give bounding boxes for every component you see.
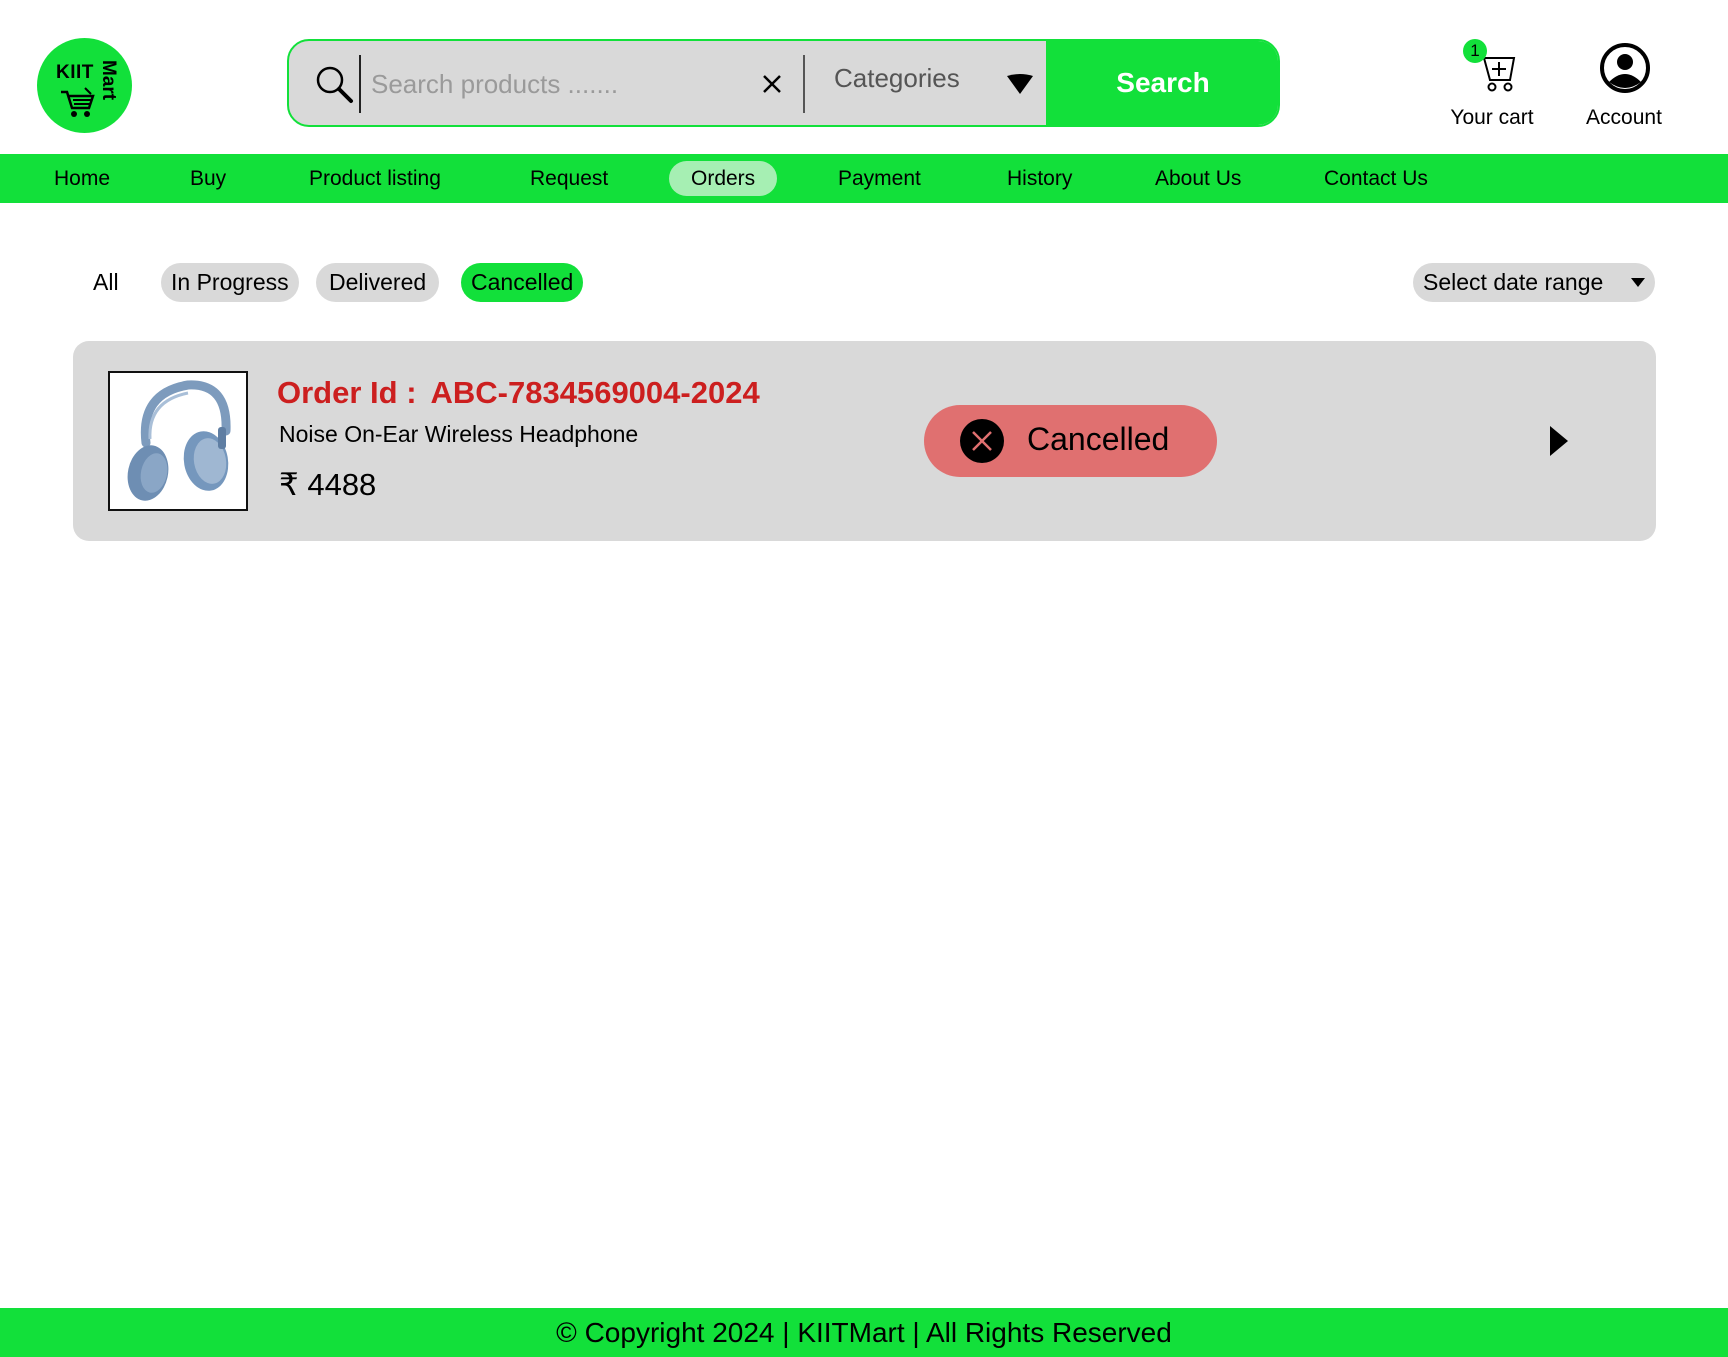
filter-delivered[interactable]: Delivered [316, 263, 440, 302]
status-badge: Cancelled [924, 405, 1217, 477]
cart-count-badge: 1 [1463, 39, 1487, 63]
cart-button[interactable]: 1 Your cart [1440, 36, 1544, 134]
nav-item-orders[interactable]: Orders [669, 161, 778, 196]
account-button[interactable]: Account [1574, 42, 1674, 132]
search-divider [359, 55, 361, 113]
nav-item-product-listing[interactable]: Product listing [287, 161, 463, 196]
close-circle-icon [960, 419, 1004, 463]
cart-label: Your cart [1450, 106, 1534, 129]
order-id-value: ABC-7834569004-2024 [430, 375, 760, 410]
chevron-right-icon[interactable] [1548, 426, 1570, 456]
chevron-down-icon[interactable] [1005, 72, 1035, 96]
account-label: Account [1586, 106, 1662, 129]
status-text: Cancelled [1027, 421, 1170, 457]
nav-item-request[interactable]: Request [508, 161, 630, 196]
cart-logo-icon [61, 87, 95, 117]
order-id: Order Id : ABC-7834569004-2024 [277, 375, 760, 411]
nav-item-home[interactable]: Home [32, 161, 132, 196]
footer: © Copyright 2024 | KIITMart | All Rights… [0, 1308, 1728, 1357]
order-card[interactable]: Order Id : ABC-7834569004-2024 Noise On-E… [73, 341, 1656, 541]
headphone-image [127, 380, 231, 501]
product-name: Noise On-Ear Wireless Headphone [279, 421, 639, 447]
logo-text-mart: Mart [98, 60, 119, 101]
nav-item-contact-us[interactable]: Contact Us [1302, 161, 1450, 196]
nav-item-history[interactable]: History [985, 161, 1094, 196]
search-bar: Categories Search [287, 39, 1280, 127]
nav-item-payment[interactable]: Payment [816, 161, 943, 196]
filter-cancelled[interactable]: Cancelled [461, 263, 584, 302]
filter-in-progress[interactable]: In Progress [161, 263, 299, 302]
categories-dropdown[interactable]: Categories [834, 63, 960, 94]
date-range-label: Select date range [1423, 269, 1604, 295]
search-input[interactable] [371, 61, 731, 107]
logo-text-kiit: KIIT [56, 62, 94, 83]
search-icon[interactable] [313, 63, 355, 105]
nav-item-buy[interactable]: Buy [168, 161, 248, 196]
search-button[interactable]: Search [1046, 41, 1278, 125]
main-nav: Home Buy Product listing Request Orders … [0, 154, 1728, 203]
kiitmart-logo[interactable]: KIIT Mart [37, 38, 132, 133]
header: KIIT Mart Categories Search [0, 0, 1728, 154]
nav-item-about-us[interactable]: About Us [1133, 161, 1263, 196]
product-thumbnail [108, 371, 248, 511]
categories-divider [803, 55, 805, 113]
order-id-label: Order Id : [277, 375, 417, 410]
filter-all[interactable]: All [83, 263, 129, 302]
account-icon [1600, 43, 1650, 93]
order-price: ₹ 4488 [279, 467, 377, 502]
date-range-select[interactable]: Select date range [1413, 263, 1655, 302]
copyright-text: © Copyright 2024 | KIITMart | All Rights… [556, 1317, 1172, 1348]
clear-search-icon[interactable] [759, 71, 785, 97]
caret-down-icon [1631, 278, 1645, 287]
